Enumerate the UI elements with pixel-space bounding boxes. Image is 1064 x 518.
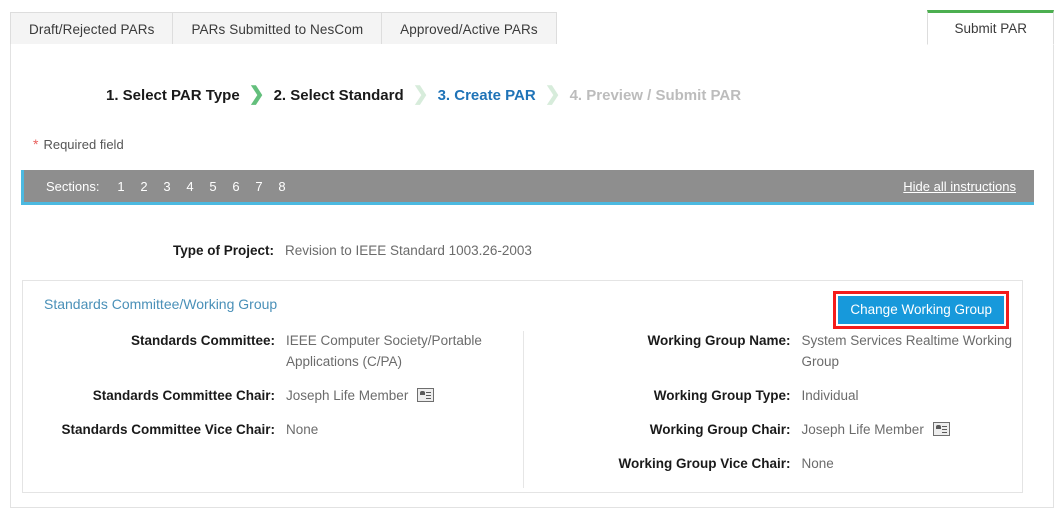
section-link-2[interactable]: 2 bbox=[132, 179, 155, 194]
required-asterisk-icon: * bbox=[33, 136, 39, 152]
wizard-step-preview-submit-par: 4. Preview / Submit PAR bbox=[569, 87, 742, 104]
field-standards-committee-vice-chair: Standards Committee Vice Chair: None bbox=[23, 420, 523, 441]
field-value: System Services Realtime Working Group bbox=[801, 333, 1013, 369]
type-of-project-label: Type of Project: bbox=[172, 243, 274, 258]
field-working-group-vice-chair: Working Group Vice Chair: None bbox=[524, 454, 1023, 475]
field-value: None bbox=[286, 421, 319, 437]
chevron-right-icon: ❯ bbox=[412, 84, 429, 105]
tab-pars-submitted-to-nescom[interactable]: PARs Submitted to NesCom bbox=[172, 12, 383, 45]
field-label: Standards Committee Vice Chair: bbox=[61, 421, 275, 437]
section-link-8[interactable]: 8 bbox=[270, 179, 293, 194]
tab-bar: Draft/Rejected PARs PARs Submitted to Ne… bbox=[0, 0, 1064, 45]
panel-columns: Standards Committee: IEEE Computer Socie… bbox=[23, 331, 1022, 488]
field-working-group-chair: Working Group Chair: Joseph Life Member bbox=[524, 420, 1023, 441]
field-value: None bbox=[801, 455, 834, 471]
chevron-right-icon: ❯ bbox=[544, 84, 561, 105]
field-value-text: Joseph Life Member bbox=[801, 421, 924, 437]
tab-label: Draft/Rejected PARs bbox=[29, 21, 155, 37]
field-value: Joseph Life Member bbox=[286, 386, 435, 407]
section-link-4[interactable]: 4 bbox=[178, 179, 201, 194]
section-link-5[interactable]: 5 bbox=[201, 179, 224, 194]
sections-bar: Sections: 1 2 3 4 5 6 7 8 Hide all instr… bbox=[21, 170, 1034, 205]
change-working-group-button[interactable]: Change Working Group bbox=[838, 296, 1004, 324]
section-link-6[interactable]: 6 bbox=[224, 179, 247, 194]
change-working-group-highlight: Change Working Group bbox=[833, 291, 1009, 329]
tab-label: Submit PAR bbox=[954, 21, 1027, 36]
panel-title: Standards Committee/Working Group bbox=[44, 296, 278, 312]
required-field-note: * Required field bbox=[33, 136, 124, 152]
field-standards-committee: Standards Committee: IEEE Computer Socie… bbox=[23, 331, 523, 373]
section-link-7[interactable]: 7 bbox=[247, 179, 270, 194]
field-standards-committee-chair: Standards Committee Chair: Joseph Life M… bbox=[23, 386, 523, 407]
wizard-step-select-standard[interactable]: 2. Select Standard bbox=[274, 87, 404, 104]
tab-list: Draft/Rejected PARs PARs Submitted to Ne… bbox=[10, 12, 557, 45]
field-working-group-type: Working Group Type: Individual bbox=[524, 386, 1023, 407]
contact-card-icon[interactable] bbox=[417, 387, 435, 402]
type-of-project-value: Revision to IEEE Standard 1003.26-2003 bbox=[285, 243, 532, 258]
required-field-label: Required field bbox=[43, 137, 124, 152]
field-label: Standards Committee Chair: bbox=[92, 387, 275, 403]
tab-draft-rejected-pars[interactable]: Draft/Rejected PARs bbox=[10, 12, 174, 45]
field-label: Working Group Type: bbox=[653, 387, 791, 403]
tab-label: PARs Submitted to NesCom bbox=[191, 21, 364, 37]
field-value: IEEE Computer Society/Portable Applicati… bbox=[286, 333, 482, 369]
submit-par-panel: 1. Select PAR Type ❯ 2. Select Standard … bbox=[10, 44, 1054, 508]
field-label: Working Group Chair: bbox=[649, 421, 791, 437]
wizard-step-create-par[interactable]: 3. Create PAR bbox=[438, 87, 536, 104]
chevron-right-icon: ❯ bbox=[248, 84, 265, 105]
field-label: Standards Committee: bbox=[130, 333, 275, 348]
working-group-column: Working Group Name: System Services Real… bbox=[522, 331, 1023, 488]
field-value: Joseph Life Member bbox=[802, 420, 950, 441]
field-label: Working Group Name: bbox=[647, 333, 791, 348]
tab-submit-par[interactable]: Submit PAR bbox=[927, 10, 1054, 45]
section-link-3[interactable]: 3 bbox=[155, 179, 178, 194]
field-working-group-name: Working Group Name: System Services Real… bbox=[524, 331, 1023, 373]
tab-approved-active-pars[interactable]: Approved/Active PARs bbox=[381, 12, 557, 45]
section-link-1[interactable]: 1 bbox=[109, 179, 132, 194]
standards-committee-working-group-panel: Standards Committee/Working Group Change… bbox=[22, 280, 1023, 493]
field-value-text: Joseph Life Member bbox=[286, 387, 409, 403]
type-of-project-row: Type of Project: Revision to IEEE Standa… bbox=[11, 243, 1024, 258]
hide-all-instructions-link[interactable]: Hide all instructions bbox=[903, 179, 1016, 194]
field-label: Working Group Vice Chair: bbox=[618, 455, 791, 471]
wizard-steps: 1. Select PAR Type ❯ 2. Select Standard … bbox=[106, 84, 742, 105]
wizard-step-select-par-type[interactable]: 1. Select PAR Type bbox=[106, 87, 240, 104]
sections-label: Sections: bbox=[46, 178, 100, 194]
field-value: Individual bbox=[801, 387, 859, 403]
standards-committee-column: Standards Committee: IEEE Computer Socie… bbox=[23, 331, 523, 488]
contact-card-icon[interactable] bbox=[932, 421, 950, 436]
tab-label: Approved/Active PARs bbox=[400, 21, 538, 37]
